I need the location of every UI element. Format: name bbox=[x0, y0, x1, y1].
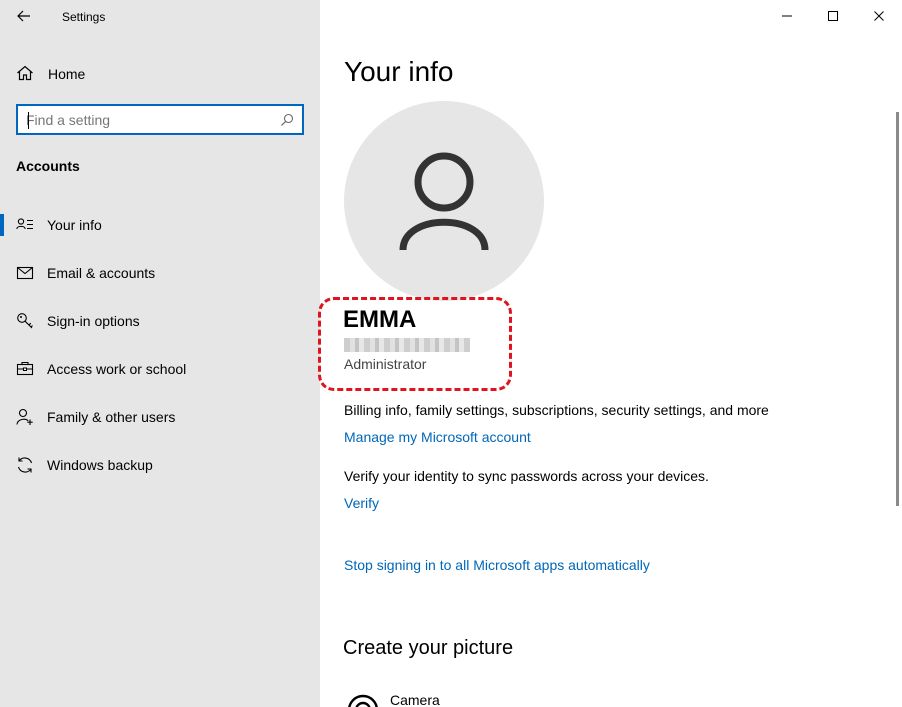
maximize-button[interactable] bbox=[810, 0, 856, 32]
sidebar: Settings Home Accounts Your info Email & bbox=[0, 0, 320, 707]
user-name: EMMA bbox=[343, 306, 417, 333]
sidebar-item-windows-backup[interactable]: Windows backup bbox=[0, 445, 320, 485]
briefcase-icon bbox=[16, 361, 34, 376]
avatar[interactable] bbox=[344, 101, 544, 301]
back-button[interactable] bbox=[10, 4, 38, 28]
camera-icon bbox=[348, 694, 378, 707]
section-heading-accounts: Accounts bbox=[16, 158, 80, 174]
title-bar: Settings bbox=[0, 0, 320, 34]
key-icon bbox=[17, 313, 33, 329]
app-title: Settings bbox=[62, 10, 106, 24]
minimize-button[interactable] bbox=[764, 0, 810, 32]
sidebar-item-home[interactable]: Home bbox=[0, 58, 320, 88]
camera-label: Camera bbox=[390, 692, 440, 707]
scrollbar[interactable] bbox=[896, 112, 899, 506]
close-icon bbox=[874, 11, 884, 21]
back-arrow-icon bbox=[17, 10, 30, 22]
selection-indicator bbox=[0, 214, 4, 236]
close-button[interactable] bbox=[856, 0, 902, 32]
sync-icon bbox=[17, 457, 33, 473]
camera-option[interactable]: Camera bbox=[344, 688, 644, 707]
sidebar-item-label: Sign-in options bbox=[47, 313, 140, 329]
billing-description: Billing info, family settings, subscript… bbox=[344, 402, 769, 418]
person-add-icon bbox=[16, 408, 33, 425]
sidebar-item-label: Email & accounts bbox=[47, 265, 156, 281]
sidebar-item-sign-in-options[interactable]: Sign-in options bbox=[0, 301, 320, 341]
search-icon[interactable] bbox=[280, 113, 294, 127]
text-caret bbox=[28, 112, 29, 129]
manage-account-link[interactable]: Manage my Microsoft account bbox=[344, 429, 531, 445]
sidebar-item-access-work-school[interactable]: Access work or school bbox=[0, 349, 320, 389]
sidebar-item-family-other-users[interactable]: Family & other users bbox=[0, 397, 320, 437]
sidebar-item-label: Family & other users bbox=[47, 409, 176, 425]
search-box[interactable] bbox=[16, 104, 304, 135]
sidebar-item-your-info[interactable]: Your info bbox=[0, 205, 320, 245]
mail-icon bbox=[16, 266, 34, 280]
verify-link[interactable]: Verify bbox=[344, 495, 379, 511]
page-title: Your info bbox=[344, 56, 454, 87]
home-icon bbox=[17, 65, 33, 81]
verify-description: Verify your identity to sync passwords a… bbox=[344, 468, 709, 484]
sidebar-item-email-accounts[interactable]: Email & accounts bbox=[0, 253, 320, 293]
minimize-icon bbox=[782, 15, 792, 17]
create-picture-heading: Create your picture bbox=[343, 637, 514, 659]
person-icon bbox=[399, 152, 489, 251]
maximize-icon bbox=[828, 11, 838, 21]
user-role: Administrator bbox=[344, 356, 427, 372]
person-card-icon bbox=[16, 218, 33, 230]
user-email-blurred bbox=[344, 338, 470, 352]
search-input[interactable] bbox=[26, 110, 276, 130]
stop-signing-in-link[interactable]: Stop signing in to all Microsoft apps au… bbox=[344, 557, 650, 573]
home-label: Home bbox=[48, 66, 86, 82]
sidebar-item-label: Access work or school bbox=[47, 361, 187, 377]
sidebar-item-label: Your info bbox=[47, 217, 102, 233]
sidebar-item-label: Windows backup bbox=[47, 457, 153, 473]
